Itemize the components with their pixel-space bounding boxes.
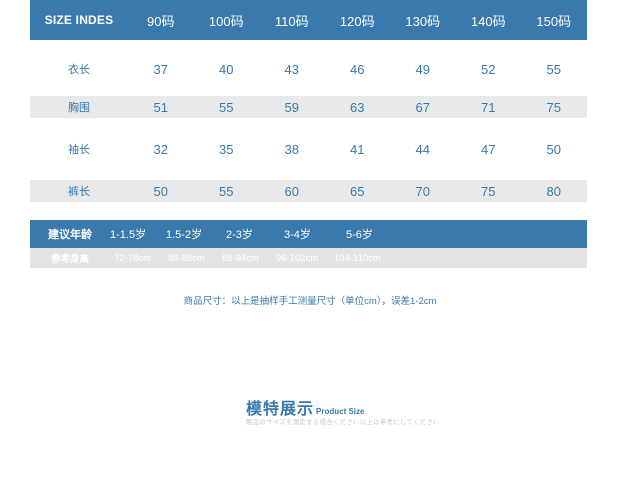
model-title-en: Product Size — [316, 407, 365, 416]
header-size-140: 140码 — [470, 13, 506, 29]
table-cell: 65 — [350, 183, 365, 199]
row-label: 袖长 — [68, 144, 90, 156]
table-cell: 44 — [415, 141, 430, 157]
table-cell: 67 — [415, 99, 430, 115]
height-row: 参考身高 72-78cm 80-88cm 88-94cm 96-102cm 10… — [30, 248, 587, 268]
table-cell: 47 — [481, 141, 496, 157]
table-cell: 60 — [284, 183, 299, 199]
table-cell: 49 — [415, 61, 430, 77]
age-value: 5-6岁 — [346, 229, 373, 241]
table-cell: 55 — [219, 183, 234, 199]
age-value: 3-4岁 — [284, 229, 311, 241]
row-label: 胸围 — [68, 102, 90, 114]
row-label: 裤长 — [68, 186, 90, 198]
header-size-120: 120码 — [339, 13, 375, 29]
table-cell: 41 — [350, 141, 365, 157]
age-label: 建议年龄 — [48, 229, 92, 241]
table-cell: 37 — [153, 61, 168, 77]
row-label: 衣长 — [68, 64, 90, 76]
table-cell: 32 — [153, 141, 168, 157]
model-subtitle: 製品のサイズを測定する場合ください以上は参考にしてください — [246, 419, 440, 426]
header-size-130: 130码 — [405, 13, 441, 29]
height-value: 96-102cm — [276, 252, 319, 264]
table-cell: 46 — [350, 61, 365, 77]
height-value: 80-88cm — [168, 252, 205, 264]
header-size-index: SIZE INDES — [44, 13, 114, 27]
table-cell: 52 — [481, 61, 496, 77]
table-cell: 80 — [546, 183, 561, 199]
header-size-90: 90码 — [147, 13, 175, 29]
header-size-100: 100码 — [208, 13, 244, 29]
table-cell: 70 — [415, 183, 430, 199]
measurement-note: 商品尺寸：以上是抽样手工测量尺寸（单位cm），误差1-2cm — [183, 296, 437, 307]
table-cell: 43 — [284, 61, 299, 77]
table-cell: 75 — [481, 183, 496, 199]
table-cell: 51 — [153, 99, 168, 115]
table-cell: 55 — [546, 61, 561, 77]
row-sleeve: 袖长 32 35 38 41 44 47 50 — [30, 118, 587, 180]
header-size-110: 110码 — [274, 13, 309, 29]
age-row: 建议年龄 1-1.5岁 1.5-2岁 2-3岁 3-4岁 5-6岁 — [30, 220, 587, 248]
table-cell: 50 — [153, 183, 168, 199]
table-cell: 40 — [219, 61, 234, 77]
size-table-header: SIZE INDES 90码 100码 110码 120码 130码 140码 … — [30, 0, 587, 40]
table-cell: 35 — [219, 141, 234, 157]
table-cell: 59 — [284, 99, 299, 115]
row-chest: 胸围 51 55 59 63 67 71 75 — [30, 96, 587, 118]
age-value: 1-1.5岁 — [110, 229, 147, 241]
table-cell: 50 — [546, 141, 561, 157]
age-height-block: 建议年龄 1-1.5岁 1.5-2岁 2-3岁 3-4岁 5-6岁 参考身高 7… — [30, 220, 587, 268]
header-size-150: 150码 — [536, 13, 572, 29]
table-cell: 63 — [350, 99, 365, 115]
size-table: SIZE INDES 90码 100码 110码 120码 130码 140码 … — [30, 0, 587, 202]
row-pants-length: 裤长 50 55 60 65 70 75 80 — [30, 180, 587, 202]
row-length: 衣长 37 40 43 46 49 52 55 — [30, 40, 587, 96]
table-cell: 55 — [219, 99, 234, 115]
table-cell: 71 — [481, 99, 496, 115]
table-cell: 75 — [546, 99, 561, 115]
height-value: 104-110cm — [334, 252, 381, 264]
height-label: 参考身高 — [50, 254, 89, 265]
age-value: 2-3岁 — [226, 229, 253, 241]
age-value: 1.5-2岁 — [166, 229, 203, 241]
height-value: 72-78cm — [114, 252, 151, 264]
table-cell: 38 — [284, 141, 299, 157]
height-value: 88-94cm — [222, 252, 259, 264]
